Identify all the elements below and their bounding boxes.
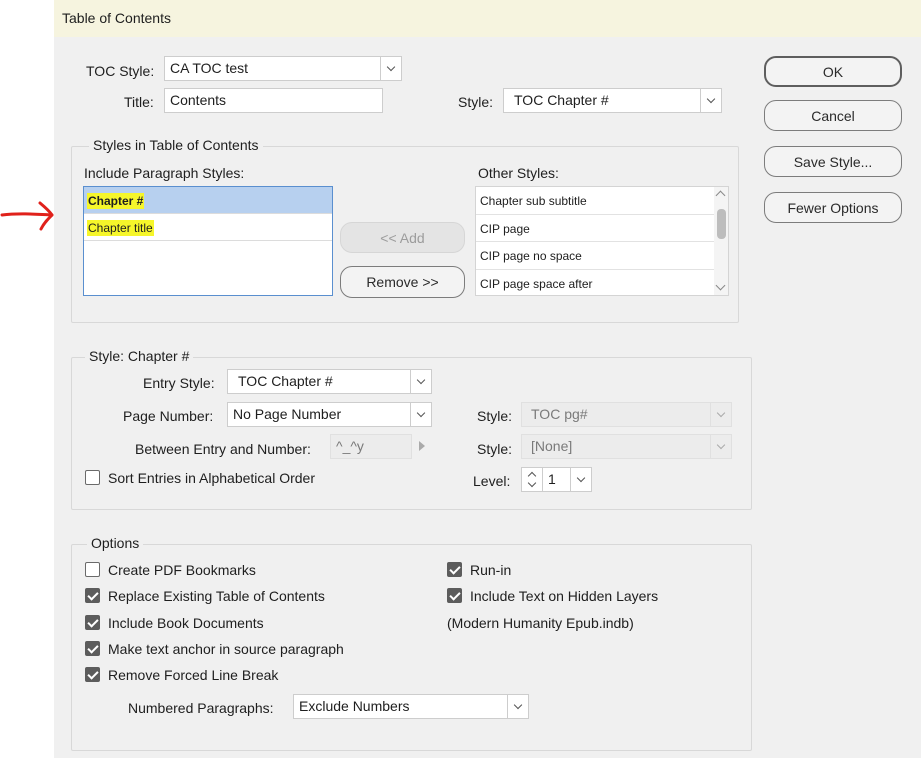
annotation-arrow-icon <box>0 201 54 231</box>
style-label: Style: <box>458 94 494 110</box>
styles-in-toc-title: Styles in Table of Contents <box>89 137 263 153</box>
make-text-anchor-label: Make text anchor in source paragraph <box>108 641 344 657</box>
sort-entries-checkbox[interactable] <box>85 470 100 485</box>
between-style-value: [None] <box>531 438 573 454</box>
run-in-label: Run-in <box>470 562 512 578</box>
list-item-label: Chapter # <box>87 193 145 209</box>
between-style-dropdown[interactable]: [None] <box>521 434 732 459</box>
create-pdf-bookmarks-checkbox[interactable] <box>85 562 100 577</box>
scroll-up-icon[interactable] <box>715 190 726 201</box>
chevron-down-icon[interactable] <box>507 695 528 718</box>
include-book-documents-checkbox[interactable] <box>85 615 100 630</box>
between-entry-label: Between Entry and Number: <box>135 441 311 457</box>
chevron-down-icon[interactable] <box>700 89 721 112</box>
list-item-label: CIP page no space <box>480 249 582 263</box>
chevron-down-icon[interactable] <box>410 403 431 426</box>
page-number-style-label: Style: <box>477 408 513 424</box>
numbered-paragraphs-value: Exclude Numbers <box>299 698 410 714</box>
style-chapter-title: Style: Chapter # <box>85 348 194 364</box>
level-label: Level: <box>473 473 511 489</box>
special-characters-arrow-icon[interactable] <box>419 441 425 451</box>
list-item-label: Chapter sub subtitle <box>480 194 587 208</box>
book-file-name: (Modern Humanity Epub.indb) <box>447 615 634 631</box>
title-value: Contents <box>170 92 227 108</box>
fewer-options-button[interactable]: Fewer Options <box>764 192 902 223</box>
chevron-down-icon[interactable] <box>527 478 537 488</box>
style-dropdown[interactable]: TOC Chapter # <box>503 88 722 113</box>
include-hidden-layers-checkbox[interactable] <box>447 588 462 603</box>
numbered-paragraphs-dropdown[interactable]: Exclude Numbers <box>293 694 529 719</box>
title-input[interactable]: Contents <box>164 88 383 113</box>
add-button[interactable]: << Add <box>340 222 465 253</box>
toc-style-label: TOC Style: <box>86 63 155 79</box>
chevron-down-icon[interactable] <box>570 468 591 491</box>
page-number-value: No Page Number <box>233 406 342 422</box>
list-item-label: Chapter title <box>87 220 154 236</box>
include-paragraph-styles-label: Include Paragraph Styles: <box>84 165 245 181</box>
chevron-down-icon[interactable] <box>380 57 401 80</box>
list-item[interactable]: CIP page <box>476 215 728 242</box>
toc-dialog: TOC Style: CA TOC test Title: Contents S… <box>54 37 921 758</box>
page-number-style-dropdown[interactable]: TOC pg# <box>521 402 732 427</box>
page-number-dropdown[interactable]: No Page Number <box>227 402 432 427</box>
list-item-label: CIP page space after <box>480 276 593 291</box>
between-entry-input[interactable]: ^_^y <box>330 434 412 459</box>
replace-existing-toc-checkbox[interactable] <box>85 588 100 603</box>
create-pdf-bookmarks-label: Create PDF Bookmarks <box>108 562 256 578</box>
between-style-label: Style: <box>477 441 513 457</box>
style-value: TOC Chapter # <box>514 92 609 108</box>
list-item[interactable]: CIP page no space <box>476 242 728 270</box>
remove-button[interactable]: Remove >> <box>340 266 465 298</box>
other-styles-label: Other Styles: <box>478 165 559 181</box>
save-style-button[interactable]: Save Style... <box>764 146 902 177</box>
chevron-down-icon[interactable] <box>710 403 731 426</box>
include-hidden-layers-label: Include Text on Hidden Layers <box>470 588 659 604</box>
list-item[interactable]: Chapter sub subtitle <box>476 187 728 215</box>
chevron-down-icon[interactable] <box>710 435 731 458</box>
list-item-label: CIP page <box>480 221 530 236</box>
toc-style-dropdown[interactable]: CA TOC test <box>164 56 402 81</box>
level-input[interactable]: 1 <box>542 467 592 492</box>
dialog-title: Table of Contents <box>62 10 171 26</box>
include-book-documents-label: Include Book Documents <box>108 615 264 631</box>
list-item[interactable]: Chapter title <box>84 214 332 241</box>
sort-entries-label: Sort Entries in Alphabetical Order <box>108 470 315 486</box>
between-entry-value: ^_^y <box>336 438 364 454</box>
list-item[interactable]: Chapter # <box>84 187 332 214</box>
level-stepper[interactable] <box>521 467 543 492</box>
title-label: Title: <box>124 94 154 110</box>
options-title: Options <box>87 535 144 551</box>
scrollbar[interactable] <box>714 187 728 295</box>
entry-style-label: Entry Style: <box>143 375 215 391</box>
chevron-down-icon[interactable] <box>410 370 431 393</box>
page-number-label: Page Number: <box>123 408 214 424</box>
list-item[interactable]: CIP page space after <box>476 270 728 298</box>
cancel-button[interactable]: Cancel <box>764 100 902 131</box>
scroll-thumb[interactable] <box>717 209 726 239</box>
remove-forced-line-break-checkbox[interactable] <box>85 667 100 682</box>
ok-button[interactable]: OK <box>764 56 902 87</box>
dialog-title-bar: Table of Contents <box>54 0 921 37</box>
page-number-style-value: TOC pg# <box>531 406 588 422</box>
toc-style-value: CA TOC test <box>170 60 249 76</box>
numbered-paragraphs-label: Numbered Paragraphs: <box>128 700 274 716</box>
make-text-anchor-checkbox[interactable] <box>85 641 100 656</box>
remove-forced-line-break-label: Remove Forced Line Break <box>108 667 279 683</box>
replace-existing-toc-label: Replace Existing Table of Contents <box>108 588 325 604</box>
include-paragraph-styles-list[interactable]: Chapter # Chapter title <box>83 186 333 296</box>
level-value: 1 <box>548 471 556 487</box>
entry-style-dropdown[interactable]: TOC Chapter # <box>227 369 432 394</box>
scroll-down-icon[interactable] <box>715 280 726 291</box>
other-styles-list[interactable]: Chapter sub subtitle CIP page CIP page n… <box>475 186 729 296</box>
entry-style-value: TOC Chapter # <box>238 373 333 389</box>
run-in-checkbox[interactable] <box>447 562 462 577</box>
